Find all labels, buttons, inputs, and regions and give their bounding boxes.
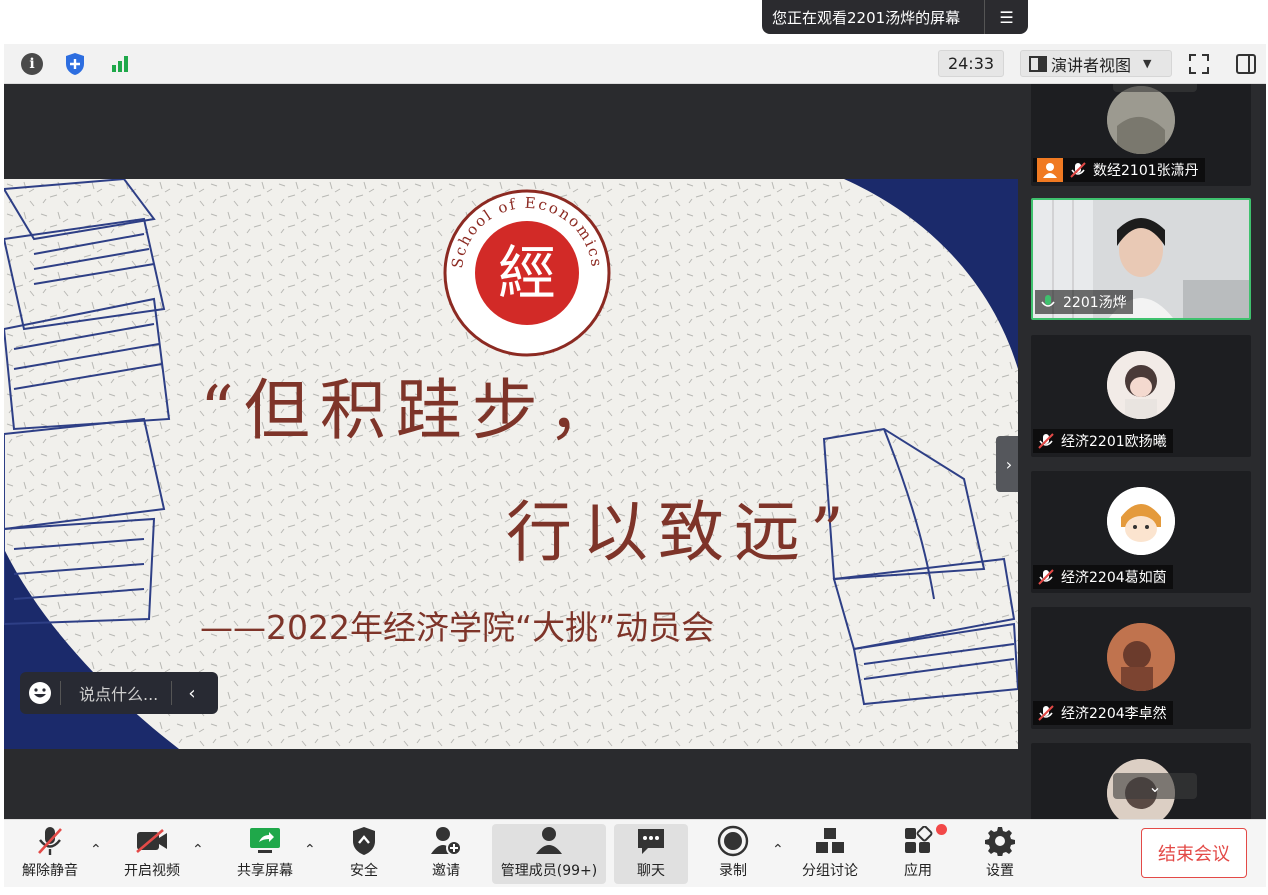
add-user-icon <box>429 824 463 858</box>
list-menu-icon[interactable]: ☰ <box>985 8 1028 27</box>
invite-button[interactable]: 邀请 <box>424 824 468 884</box>
participant-tile[interactable]: 经济2204李卓然 <box>1031 607 1251 729</box>
breakout-rooms-button[interactable]: 分组讨论 <box>798 824 862 884</box>
security-button[interactable]: 安全 <box>340 824 388 884</box>
view-mode-select[interactable]: 演讲者视图 ▼ <box>1020 50 1172 77</box>
chevron-down-icon: ⌄ <box>1148 776 1162 796</box>
end-meeting-button[interactable]: 结束会议 <box>1141 828 1247 878</box>
invite-label: 邀请 <box>432 863 460 879</box>
security-label: 安全 <box>350 863 378 879</box>
chevron-up-icon[interactable]: ⌃ <box>304 842 316 858</box>
mic-muted-icon <box>1037 704 1055 722</box>
share-screen-icon <box>248 824 282 858</box>
fullscreen-icon[interactable] <box>1187 52 1211 76</box>
participant-name-tag: 经济2204李卓然 <box>1033 701 1173 725</box>
view-mode-label: 演讲者视图 <box>1051 55 1132 75</box>
avatar <box>1107 623 1175 691</box>
mic-muted-icon <box>1037 432 1055 450</box>
video-off-icon <box>135 824 169 858</box>
participant-name: 数经2101张潇丹 <box>1093 163 1199 179</box>
emblem-seal-char: 經 <box>498 239 556 307</box>
apps-icon <box>901 824 935 858</box>
breakout-rooms-label: 分组讨论 <box>802 863 858 879</box>
chat-icon <box>634 824 668 858</box>
participant-tile-active[interactable]: 2201汤烨 <box>1031 198 1251 320</box>
chevron-left-icon[interactable]: ‹ <box>172 683 212 704</box>
chevron-down-icon: ▼ <box>1143 57 1152 70</box>
breakout-rooms-icon <box>813 824 847 858</box>
sidebar-toggle-icon[interactable] <box>1234 52 1258 76</box>
share-screen-label: 共享屏幕 <box>237 863 293 879</box>
participant-name-tag: 2201汤烨 <box>1035 290 1133 314</box>
chevron-up-icon[interactable]: ⌃ <box>772 842 784 858</box>
share-banner-text: 您正在观看2201汤烨的屏幕 <box>772 8 961 27</box>
mic-muted-icon <box>1069 161 1087 179</box>
manage-participants-label: 管理成员(99+) <box>500 863 598 879</box>
meeting-timer: 24:33 <box>938 50 1004 77</box>
participant-name-tag: 经济2204葛如茵 <box>1033 565 1173 589</box>
chevron-up-icon[interactable]: ⌃ <box>90 842 102 858</box>
participant-name: 2201汤烨 <box>1063 295 1127 311</box>
meeting-controls-bar: 解除静音 ⌃ 开启视频 ⌃ 共享屏幕 ⌃ 安全 邀请 管理成员(99+) 聊天 … <box>4 819 1266 887</box>
meeting-toolbar: i 24:33 演讲者视图 ▼ <box>4 44 1266 84</box>
participant-name-tag: 数经2101张潇丹 <box>1033 158 1205 182</box>
chevron-right-icon: › <box>1005 454 1013 474</box>
slide-quote-line1: “但积跬步， <box>200 372 624 449</box>
mic-active-icon <box>1039 293 1057 311</box>
mic-muted-icon <box>1037 568 1055 586</box>
mic-muted-icon <box>33 824 67 858</box>
shield-icon[interactable] <box>63 52 87 76</box>
participant-name-tag: 经济2201欧扬曦 <box>1033 429 1173 453</box>
unmute-label: 解除静音 <box>22 863 78 879</box>
info-icon[interactable]: i <box>20 52 44 76</box>
school-emblem: 經 School of Economics <box>443 189 611 357</box>
participant-tile[interactable]: ⌃ 数经2101张潇丹 <box>1031 84 1251 186</box>
shield-icon <box>347 824 381 858</box>
gear-icon <box>983 824 1017 858</box>
signal-icon[interactable] <box>108 52 132 76</box>
chevron-up-icon: ⌃ <box>1148 84 1161 89</box>
user-icon <box>1037 158 1063 182</box>
record-label: 录制 <box>719 863 747 879</box>
chevron-up-icon[interactable]: ⌃ <box>192 842 204 858</box>
manage-participants-button[interactable]: 管理成员(99+) <box>492 824 606 884</box>
slide-subtitle: ——2022年经济学院“大挑”动员会 <box>200 608 715 647</box>
speaker-view-icon <box>1029 55 1047 72</box>
participant-name: 经济2201欧扬曦 <box>1061 434 1167 450</box>
avatar <box>1107 86 1175 154</box>
chat-button[interactable]: 聊天 <box>614 824 688 884</box>
notification-dot <box>936 824 947 835</box>
participant-tile[interactable]: ⌄ <box>1031 743 1251 819</box>
participant-gallery: ⌃ 数经2101张潇丹 2201汤烨 经济2201欧扬曦 <box>1018 84 1266 819</box>
shared-screen-area: 經 School of Economics “但积跬步， 行以致远” ——202… <box>4 84 1018 819</box>
participant-name: 经济2204李卓然 <box>1061 706 1167 722</box>
participant-name: 经济2204葛如茵 <box>1061 570 1167 586</box>
top-strip: 您正在观看2201汤烨的屏幕 ☰ <box>0 0 1268 44</box>
apps-label: 应用 <box>904 863 932 879</box>
chat-label: 聊天 <box>637 863 665 879</box>
settings-label: 设置 <box>986 863 1014 879</box>
avatar <box>1107 487 1175 555</box>
share-screen-button[interactable]: 共享屏幕 <box>232 824 298 884</box>
screen-share-banner: 您正在观看2201汤烨的屏幕 ☰ <box>762 0 1028 34</box>
participant-tile[interactable]: 经济2201欧扬曦 <box>1031 335 1251 457</box>
chat-placeholder[interactable]: 说点什么... <box>61 681 171 705</box>
background-window-edge <box>0 887 1268 895</box>
chat-input-bubble[interactable]: 说点什么... ‹ <box>20 672 218 714</box>
settings-button[interactable]: 设置 <box>980 824 1020 884</box>
record-icon <box>716 824 750 858</box>
start-video-label: 开启视频 <box>124 863 180 879</box>
record-button[interactable]: 录制 <box>712 824 754 884</box>
scroll-up-button[interactable]: ⌃ <box>1113 84 1197 92</box>
scroll-down-button[interactable]: ⌄ <box>1113 773 1197 799</box>
presentation-slide: 經 School of Economics “但积跬步， 行以致远” ——202… <box>4 179 1018 749</box>
apps-button[interactable]: 应用 <box>898 824 938 884</box>
avatar <box>1107 351 1175 419</box>
emoji-icon[interactable] <box>20 681 60 705</box>
unmute-button[interactable]: 解除静音 <box>18 824 82 884</box>
slide-quote-line2: 行以致远” <box>506 494 854 571</box>
start-video-button[interactable]: 开启视频 <box>120 824 184 884</box>
participant-tile[interactable]: 经济2204葛如茵 <box>1031 471 1251 593</box>
participants-icon <box>532 824 566 858</box>
